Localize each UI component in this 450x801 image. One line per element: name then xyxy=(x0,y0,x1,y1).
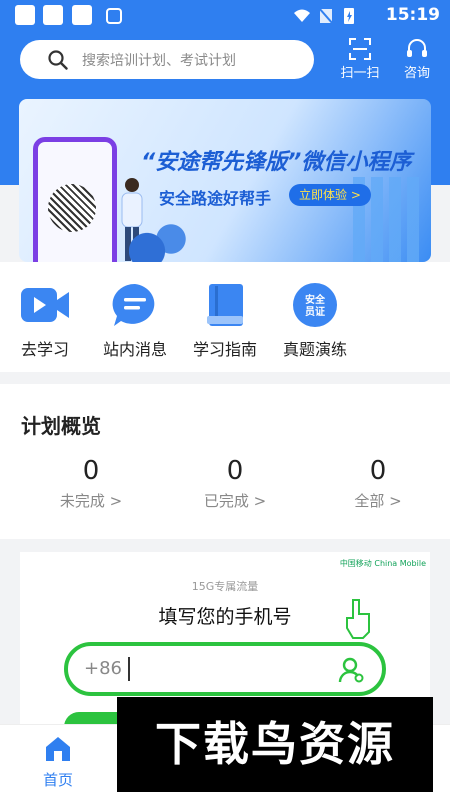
stat-value: 0 xyxy=(369,456,387,486)
stat-label: 全部 > xyxy=(354,492,402,510)
certificate-icon: 安全 员证 xyxy=(289,282,341,328)
scan-button[interactable]: 扫一扫 xyxy=(336,38,384,81)
tab-home[interactable]: 首页 xyxy=(30,735,86,790)
notification-icon xyxy=(72,5,92,25)
phone-illustration xyxy=(33,137,117,262)
video-icon xyxy=(19,282,71,328)
book-icon xyxy=(199,282,251,328)
quick-item-label: 去学习 xyxy=(20,340,69,359)
quick-actions: 去学习 站内消息 学习指南 安全 员证 真题演练 xyxy=(0,262,450,372)
quick-item-label: 站内消息 xyxy=(102,340,167,359)
leaves-decoration xyxy=(129,209,189,262)
svg-text:员证: 员证 xyxy=(305,306,325,318)
pointer-hand-icon xyxy=(346,599,370,639)
home-icon xyxy=(46,737,70,761)
stat-label: 已完成 > xyxy=(203,492,267,510)
notification-icon xyxy=(15,5,35,25)
search-bar[interactable]: 搜索培训计划、考试计划 xyxy=(20,40,314,79)
qr-code-icon xyxy=(48,184,96,232)
quick-item-messages[interactable]: 站内消息 xyxy=(90,282,180,360)
watermark: 下载鸟资源 xyxy=(117,697,433,792)
search-placeholder: 搜索培训计划、考试计划 xyxy=(82,53,236,69)
quick-item-practice[interactable]: 安全 员证 真题演练 xyxy=(270,282,360,360)
shield-icon xyxy=(106,8,122,24)
svg-text:安全: 安全 xyxy=(305,293,326,306)
scan-icon xyxy=(349,38,371,60)
stat-completed[interactable]: 0 已完成 > xyxy=(175,456,295,511)
scan-label: 扫一扫 xyxy=(340,66,380,81)
status-icons xyxy=(292,7,362,25)
phone-number-input[interactable]: +86 xyxy=(64,642,386,696)
china-mobile-logo: 中国移动 China Mobile xyxy=(339,559,426,568)
country-code: +86 xyxy=(84,658,122,679)
stat-value: 0 xyxy=(226,456,244,486)
stat-incomplete[interactable]: 0 未完成 > xyxy=(31,456,151,511)
quick-item-label: 真题演练 xyxy=(282,340,347,359)
stat-all[interactable]: 0 全部 > xyxy=(318,456,438,511)
headset-icon xyxy=(407,39,427,57)
plan-title: 计划概览 xyxy=(21,414,101,438)
status-bar: 15:19 xyxy=(0,0,450,32)
stat-label: 未完成 > xyxy=(59,492,123,510)
notification-icon xyxy=(43,5,63,25)
message-icon xyxy=(109,282,161,328)
banner-title: “安途帮先锋版”微信小程序 xyxy=(141,150,412,175)
promo-banner[interactable]: “安途帮先锋版”微信小程序 安全路途好帮手 立即体验 > xyxy=(19,99,431,262)
consult-button[interactable]: 咨询 xyxy=(393,38,441,81)
promo-tag: 15G专属流量 xyxy=(191,580,259,593)
tab-label: 首页 xyxy=(42,771,73,789)
clock: 15:19 xyxy=(385,5,440,25)
text-cursor xyxy=(128,657,130,681)
try-now-button[interactable]: 立即体验 > xyxy=(289,184,371,206)
quick-item-guide[interactable]: 学习指南 xyxy=(180,282,270,360)
banner-subtitle: 安全路途好帮手 xyxy=(159,189,272,208)
plan-overview: 计划概览 0 未完成 > 0 已完成 > 0 全部 > xyxy=(0,384,450,539)
user-search-icon xyxy=(338,657,364,683)
search-icon xyxy=(48,50,68,70)
stat-value: 0 xyxy=(82,456,100,486)
consult-label: 咨询 xyxy=(403,66,430,81)
wifi-battery-icon xyxy=(294,7,354,25)
quick-item-label: 学习指南 xyxy=(192,340,257,359)
quick-item-study[interactable]: 去学习 xyxy=(0,282,90,360)
